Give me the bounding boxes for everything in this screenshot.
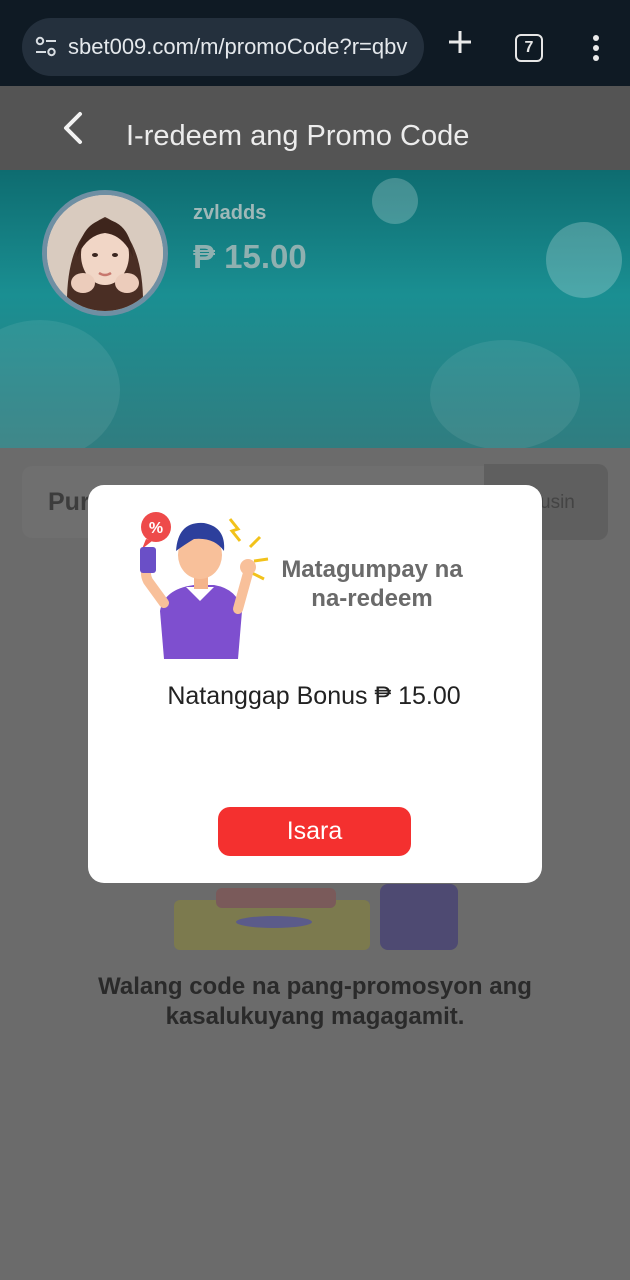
empty-state-message: Walang code na pang-promosyon ang kasalu… [98,973,532,1030]
dialog-message: Natanggap Bonus ₱ 15.00 [167,682,461,710]
site-settings-icon[interactable] [34,35,58,59]
success-celebration-illustration: % [140,512,269,659]
dialog-title: Matagumpay na na-redeem [281,556,463,612]
close-button[interactable]: Isara [218,807,411,856]
tab-switcher-button[interactable]: 7 [515,34,543,62]
promo-code-placeholder: Pur [48,488,90,516]
address-bar[interactable]: sbet009.com/m/promoCode?r=qbv [22,18,424,76]
profile-banner: zvladds ₱ 15.00 [0,170,630,448]
username: zvladds [193,202,267,224]
page-header: I-redeem ang Promo Code [0,86,630,170]
decor-bubble [546,222,622,298]
decor-bubble [430,340,580,448]
url-text[interactable]: sbet009.com/m/promoCode?r=qbv [68,34,407,60]
empty-state-illustration [174,884,458,950]
decor-bubble [0,320,120,448]
page-title: I-redeem ang Promo Code [126,120,470,152]
browser-toolbar: sbet009.com/m/promoCode?r=qbv 7 [0,0,630,86]
decor-bubble [372,178,418,224]
avatar [42,190,168,316]
redeem-button-label: usin [540,492,575,513]
more-menu-icon[interactable] [588,34,604,64]
back-arrow-icon[interactable] [56,108,96,148]
avatar-photo [47,195,163,311]
balance: ₱ 15.00 [193,238,307,275]
success-dialog: % Matagumpay na na-redeem Natanggap Bonu… [88,485,542,883]
new-tab-icon[interactable] [444,26,476,58]
svg-text:%: % [149,520,163,537]
